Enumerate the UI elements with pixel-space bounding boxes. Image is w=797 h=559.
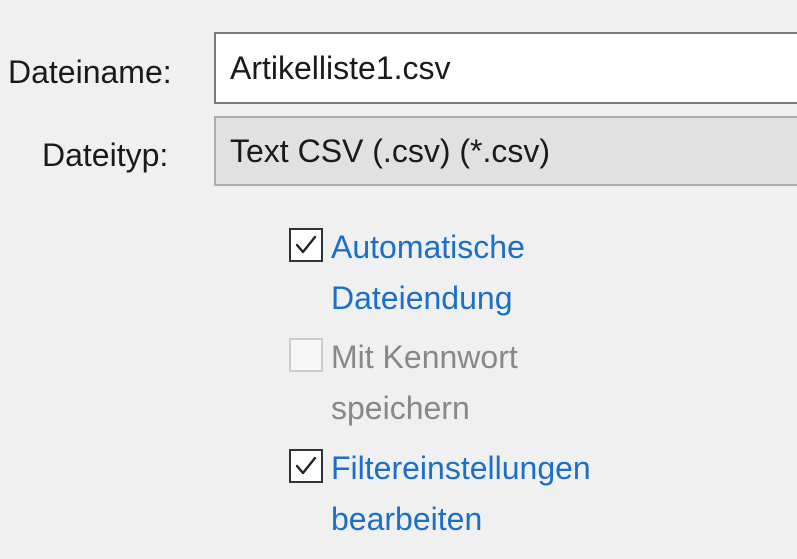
edit-filter-settings-option[interactable]: Filtereinstellungen bearbeiten (289, 443, 661, 545)
save-with-password-option[interactable]: Mit Kennwort speichern (289, 332, 661, 434)
edit-filter-settings-label[interactable]: Filtereinstellungen bearbeiten (331, 443, 661, 545)
checkmark-icon (295, 456, 317, 475)
save-dialog-options-panel: Dateiname: Artikelliste1.csv Dateityp: T… (0, 0, 797, 559)
save-with-password-checkbox[interactable] (289, 338, 323, 372)
checkmark-icon (295, 235, 317, 254)
filename-input[interactable]: Artikelliste1.csv (214, 32, 797, 104)
filetype-value: Text CSV (.csv) (*.csv) (230, 132, 551, 169)
save-with-password-label: Mit Kennwort speichern (331, 339, 518, 426)
automatic-extension-option[interactable]: Automatische Dateiendung (289, 222, 661, 324)
filename-label: Dateiname: (8, 54, 172, 90)
edit-filter-settings-checkbox[interactable] (289, 449, 323, 483)
filetype-select[interactable]: Text CSV (.csv) (*.csv) (214, 116, 797, 186)
automatic-extension-label[interactable]: Automatische Dateiendung (331, 222, 661, 324)
filename-value: Artikelliste1.csv (230, 49, 451, 86)
automatic-extension-checkbox[interactable] (289, 228, 323, 262)
filetype-label: Dateityp: (42, 137, 169, 173)
